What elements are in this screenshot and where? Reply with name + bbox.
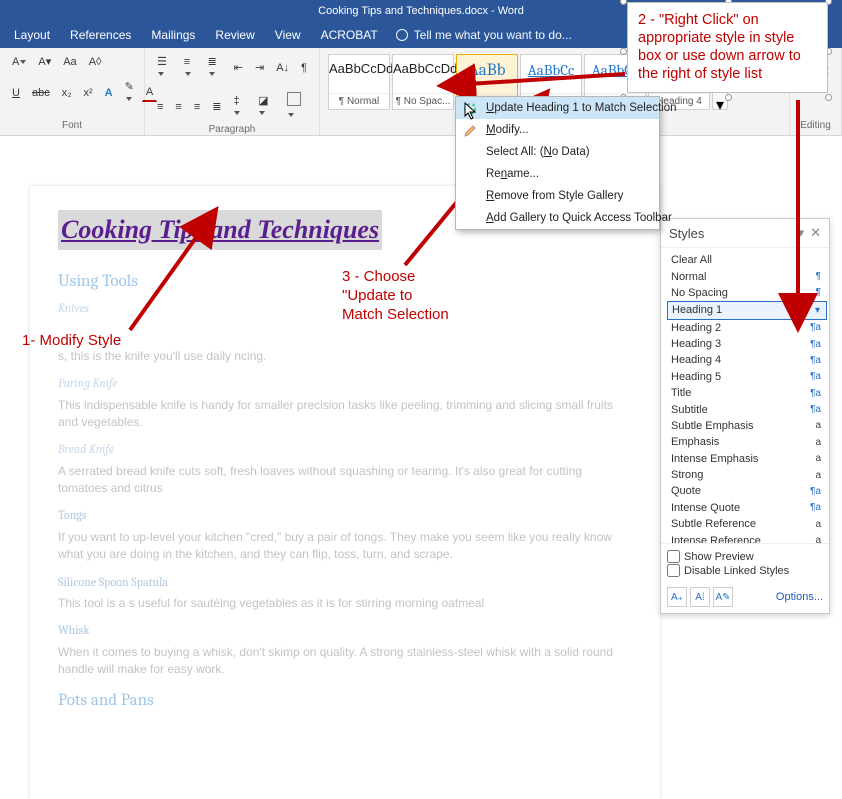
style-tile-1[interactable]: AaBbCcDd¶ No Spac... — [392, 54, 454, 110]
numbering-button[interactable]: ≡ — [180, 53, 200, 83]
tab-view[interactable]: View — [265, 22, 311, 48]
cursor-icon — [464, 102, 478, 120]
bulb-icon — [396, 29, 408, 41]
tab-acrobat[interactable]: ACROBAT — [311, 22, 388, 48]
styles-pane-row-heading-3[interactable]: Heading 3¶a — [667, 336, 827, 352]
styles-pane-row-subtle-emphasis[interactable]: Subtle Emphasisa — [667, 418, 827, 434]
change-case-button[interactable]: Aa — [59, 53, 80, 71]
tell-me-search[interactable]: Tell me what you want to do... — [396, 28, 572, 42]
strike-button[interactable]: abc — [28, 84, 54, 102]
pencil-icon — [463, 124, 477, 138]
styles-pane-close-icon[interactable]: ✕ — [810, 225, 821, 241]
context-item-5[interactable]: Add Gallery to Quick Access Toolbar — [456, 207, 659, 229]
underline-button[interactable]: U — [8, 84, 24, 102]
styles-pane-row-no-spacing[interactable]: No Spacing¶ — [667, 285, 827, 301]
styles-pane-dropdown-icon[interactable]: ▾ — [798, 225, 805, 241]
para-tongs: If you want to up-level your kitchen "cr… — [58, 529, 632, 564]
styles-pane-header: Styles ▾ ✕ — [661, 219, 829, 248]
multilevel-button[interactable]: ≣ — [204, 52, 226, 83]
tell-me-placeholder: Tell me what you want to do... — [414, 28, 572, 42]
heading-pots-pans: Pots and Pans — [58, 689, 632, 714]
decrease-indent-button[interactable]: ⇤ — [230, 58, 247, 77]
doc-title-heading[interactable]: Cooking Tips and Techniques — [58, 210, 382, 250]
annotation-1: 1- Modify Style — [22, 332, 121, 351]
align-right-button[interactable]: ≡ — [190, 98, 204, 116]
context-item-2[interactable]: Select All: (No Data) — [456, 141, 659, 163]
align-left-button[interactable]: ≡ — [153, 98, 167, 116]
tab-review[interactable]: Review — [205, 22, 264, 48]
sub-spatula: Silicone Spoon Spatula — [58, 574, 632, 591]
clear-formatting-button[interactable]: A◊ — [85, 53, 106, 71]
styles-pane-row-intense-reference[interactable]: Intense Referencea — [667, 532, 827, 543]
tab-layout[interactable]: Layout — [4, 22, 60, 48]
group-editing-label: Editing — [798, 120, 833, 131]
styles-pane-title: Styles — [669, 226, 704, 241]
styles-pane-footer: Show Preview Disable Linked Styles — [661, 543, 829, 583]
tab-references[interactable]: References — [60, 22, 141, 48]
para-chef: s, this is the knife you'll use daily nc… — [58, 348, 632, 365]
group-paragraph-label: Paragraph — [153, 124, 311, 135]
styles-pane-row-heading-1[interactable]: Heading 1▾ — [667, 301, 827, 319]
styles-pane-row-intense-quote[interactable]: Intense Quote¶a — [667, 500, 827, 516]
styles-pane-row-subtle-reference[interactable]: Subtle Referencea — [667, 516, 827, 532]
text-effects-button[interactable]: A — [101, 84, 117, 102]
show-preview-checkbox[interactable]: Show Preview — [667, 550, 823, 563]
styles-pane[interactable]: Styles ▾✕ Clear AllNormal¶No Spacing¶Hea… — [660, 218, 830, 614]
annotation-3: 3 - Choose "Update to Match Selection — [342, 268, 449, 324]
sub-whisk: Whisk — [58, 622, 632, 639]
styles-pane-row-quote[interactable]: Quote¶a — [667, 483, 827, 499]
context-item-4[interactable]: Remove from Style Gallery — [456, 185, 659, 207]
line-spacing-button[interactable]: ‡ — [229, 92, 250, 122]
styles-pane-row-title[interactable]: Title¶a — [667, 385, 827, 401]
tab-mailings[interactable]: Mailings — [141, 22, 205, 48]
style-context-menu: Update Heading 1 to Match SelectionModif… — [455, 96, 660, 230]
styles-pane-row-heading-4[interactable]: Heading 4¶a — [667, 352, 827, 368]
styles-pane-bottom: A₊ A⁞ A✎ Options... — [661, 583, 829, 613]
styles-pane-row-emphasis[interactable]: Emphasisa — [667, 434, 827, 450]
increase-indent-button[interactable]: ⇥ — [251, 58, 268, 77]
group-paragraph: ☰ ≡ ≣ ⇤ ⇥ A↓ ¶ ≡ ≡ ≡ ≣ ‡ ◪ Paragraph — [145, 48, 320, 135]
styles-pane-row-heading-2[interactable]: Heading 2¶a — [667, 320, 827, 336]
borders-button[interactable] — [283, 89, 311, 124]
sub-tongs: Tongs — [58, 507, 632, 524]
sub-bread: Bread Knife — [58, 441, 632, 458]
para-bread: A serrated bread knife cuts soft, fresh … — [58, 463, 632, 498]
font-shrink-button[interactable]: A▾ — [34, 52, 55, 71]
disable-linked-checkbox[interactable]: Disable Linked Styles — [667, 564, 823, 577]
manage-styles-button[interactable]: A✎ — [713, 587, 733, 607]
align-center-button[interactable]: ≡ — [171, 98, 185, 116]
styles-pane-row-heading-5[interactable]: Heading 5¶a — [667, 369, 827, 385]
annotation-2-callout: 2 - "Right Click" on appropriate style i… — [627, 2, 828, 93]
styles-pane-row-intense-emphasis[interactable]: Intense Emphasisa — [667, 451, 827, 467]
new-style-button[interactable]: A₊ — [667, 587, 687, 607]
group-font: A A▾ Aa A◊ U abc x₂ x² A ✎ A Font — [0, 48, 145, 135]
para-spatula: This tool is a s useful for sautéing veg… — [58, 595, 632, 612]
sub-paring: Paring Knife — [58, 375, 632, 392]
context-item-0[interactable]: Update Heading 1 to Match Selection — [456, 97, 659, 119]
bullets-button[interactable]: ☰ — [153, 52, 176, 83]
styles-pane-row-strong[interactable]: Stronga — [667, 467, 827, 483]
para-paring: This indispensable knife is handy for sm… — [58, 397, 632, 432]
superscript-button[interactable]: x² — [79, 84, 96, 102]
para-whisk: When it comes to buying a whisk, don't s… — [58, 644, 632, 679]
styles-pane-row-normal[interactable]: Normal¶ — [667, 268, 827, 284]
show-marks-button[interactable]: ¶ — [297, 59, 311, 77]
style-inspector-button[interactable]: A⁞ — [690, 587, 710, 607]
context-item-3[interactable]: Rename... — [456, 163, 659, 185]
justify-button[interactable]: ≣ — [208, 97, 225, 116]
shading-button[interactable]: ◪ — [254, 91, 279, 122]
context-item-1[interactable]: Modify... — [456, 119, 659, 141]
sort-button[interactable]: A↓ — [272, 59, 293, 77]
group-font-label: Font — [8, 120, 136, 131]
font-grow-button[interactable]: A — [8, 53, 30, 71]
style-tile-0[interactable]: AaBbCcDd¶ Normal — [328, 54, 390, 110]
window-title: Cooking Tips and Techniques.docx - Word — [318, 5, 524, 17]
styles-options-link[interactable]: Options... — [776, 591, 823, 603]
styles-pane-row-clear-all[interactable]: Clear All — [667, 252, 827, 268]
subscript-button[interactable]: x₂ — [58, 84, 76, 102]
styles-pane-row-subtitle[interactable]: Subtitle¶a — [667, 401, 827, 417]
highlight-button[interactable]: ✎ — [121, 77, 138, 108]
styles-pane-list[interactable]: Clear AllNormal¶No Spacing¶Heading 1▾Hea… — [661, 248, 829, 543]
